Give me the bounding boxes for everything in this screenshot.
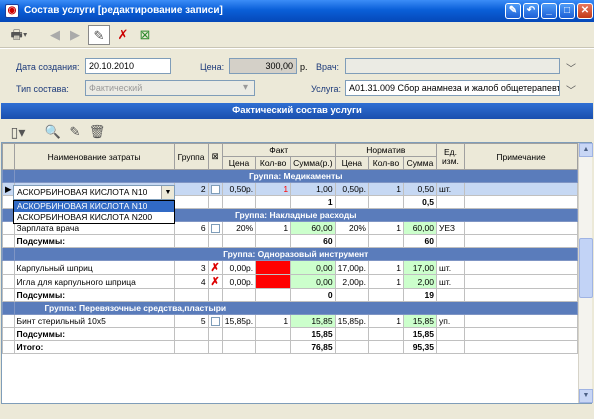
group-row[interactable]: Группа: Одноразовый инструмент (13, 247, 578, 261)
group-header[interactable]: Группа (173, 143, 209, 170)
chevron-down-icon[interactable]: ﹀ (566, 82, 576, 97)
edit-icon[interactable]: ✎ (88, 25, 110, 45)
minimize-button[interactable]: _ (541, 3, 557, 19)
group-row[interactable]: Группа: Перевязочные средства,пластыри (13, 301, 578, 315)
created-label: Дата создания: (16, 62, 80, 72)
table-row[interactable]: Карпульный шприц 3 ✗ 0,00р. 0 0,00 17,00… (2, 260, 578, 275)
item-name-combobox[interactable]: АСКОРБИНОВАЯ КИСЛОТА N10 ▼ (13, 185, 175, 200)
record-form: Дата создания: 20.10.2010 Цена: 300,00 р… (0, 48, 594, 102)
total-row: Итого: 76,85 95,35 (2, 340, 578, 354)
window-title: Состав услуги [редактирование записи] (24, 5, 223, 16)
delete-mark-icon[interactable]: ✗ (211, 276, 220, 288)
scroll-thumb[interactable] (579, 238, 593, 298)
norm-price-header[interactable]: Цена (334, 156, 369, 170)
scroll-down-icon[interactable]: ▼ (579, 389, 593, 403)
print-icon[interactable]: 🖶▾ (5, 25, 33, 45)
subtotal-row: Подсуммы: 15,85 15,85 (2, 327, 578, 341)
group-row[interactable]: Группа: Медикаменты (13, 169, 578, 183)
name-header[interactable]: Наименование затраты (13, 143, 175, 170)
fact-sum-header[interactable]: Сумма(р.) (290, 156, 336, 170)
unit-header[interactable]: Ед. изм. (435, 143, 465, 170)
norm-header: Норматив (334, 143, 437, 157)
type-select[interactable]: Фактический (85, 80, 255, 96)
section-header: Фактический состав услуги (1, 103, 593, 119)
trash-icon[interactable]: 🗑 (86, 122, 108, 142)
item-dropdown-list[interactable]: АСКОРБИНОВАЯ КИСЛОТА N10 АСКОРБИНОВАЯ КИ… (13, 200, 175, 224)
row-checkbox[interactable] (210, 224, 220, 234)
cancel-icon[interactable]: ✗ (112, 25, 134, 45)
dropdown-option[interactable]: АСКОРБИНОВАЯ КИСЛОТА N200 (14, 212, 174, 223)
type-label: Тип состава: (16, 84, 69, 94)
price-label: Цена: (200, 62, 225, 72)
arrow-left-icon[interactable]: ◀ (44, 25, 66, 45)
checkbox-header: ⊠ (207, 143, 223, 170)
search-icon[interactable]: 🔍 (42, 122, 64, 142)
currency-label: р. (300, 62, 308, 72)
scroll-up-icon[interactable]: ▲ (579, 143, 593, 157)
save-icon[interactable]: ⊠ (134, 25, 156, 45)
new-doc-icon[interactable]: ▯▾ (4, 122, 32, 142)
fact-qty-header[interactable]: Кол-во (255, 156, 292, 170)
tools-icon[interactable]: ✎ (505, 3, 521, 19)
main-toolbar: 🖶▾ ◀ ▶ ✎ ✗ ⊠ (0, 22, 594, 48)
arrow-right-icon[interactable]: ▶ (64, 25, 86, 45)
chevron-down-icon[interactable]: ﹀ (566, 60, 576, 75)
maximize-button[interactable]: □ (559, 3, 575, 19)
doctor-label: Врач: (316, 62, 340, 72)
row-indicator-header (2, 143, 15, 170)
created-date-field[interactable]: 20.10.2010 (85, 58, 171, 74)
price-field: 300,00 (229, 58, 297, 74)
row-checkbox[interactable] (210, 317, 220, 327)
doctor-field[interactable] (345, 58, 560, 74)
cost-grid: Наименование затраты Группа ⊠ Факт Норма… (1, 142, 592, 404)
title-bar: ◉ Состав услуги [редактирование записи] … (0, 0, 594, 22)
close-button[interactable]: ✕ (577, 3, 593, 19)
table-row[interactable]: Игла для карпульного шприца 4 ✗ 0,00р. 0… (2, 274, 578, 289)
grid-toolbar: ▯▾ 🔍 ✎ 🗑 (0, 119, 594, 142)
dropdown-option[interactable]: АСКОРБИНОВАЯ КИСЛОТА N10 (14, 201, 174, 212)
fact-price-header[interactable]: Цена (221, 156, 257, 170)
vertical-scrollbar[interactable]: ▲ ▼ (578, 143, 593, 403)
note-header[interactable]: Примечание (463, 143, 578, 170)
service-field[interactable]: A01.31.009 Сбор анамнеза и жалоб общетер… (345, 80, 560, 96)
back-icon[interactable]: ↶ (523, 3, 539, 19)
table-row[interactable]: Бинт стерильный 10х5 5 15,85р. 1 15,85 1… (2, 314, 578, 328)
chevron-down-icon[interactable]: ▾ (243, 82, 248, 93)
chevron-down-icon[interactable]: ▼ (161, 186, 174, 199)
app-icon: ◉ (5, 4, 19, 18)
norm-sum-header[interactable]: Сумма (402, 156, 437, 170)
norm-qty-header[interactable]: Кол-во (367, 156, 404, 170)
service-label: Услуга: (311, 84, 341, 94)
delete-mark-icon[interactable]: ✗ (211, 262, 220, 274)
subtotal-row: Подсуммы: 0 19 (2, 288, 578, 302)
edit-icon[interactable]: ✎ (64, 122, 86, 142)
fact-header: Факт (221, 143, 336, 157)
combobox-value[interactable]: АСКОРБИНОВАЯ КИСЛОТА N10 (17, 187, 147, 197)
cost-table: Наименование затраты Группа ⊠ Факт Норма… (2, 143, 578, 354)
row-checkbox[interactable] (210, 185, 220, 195)
subtotal-row: Подсуммы: 60 60 (2, 234, 578, 248)
